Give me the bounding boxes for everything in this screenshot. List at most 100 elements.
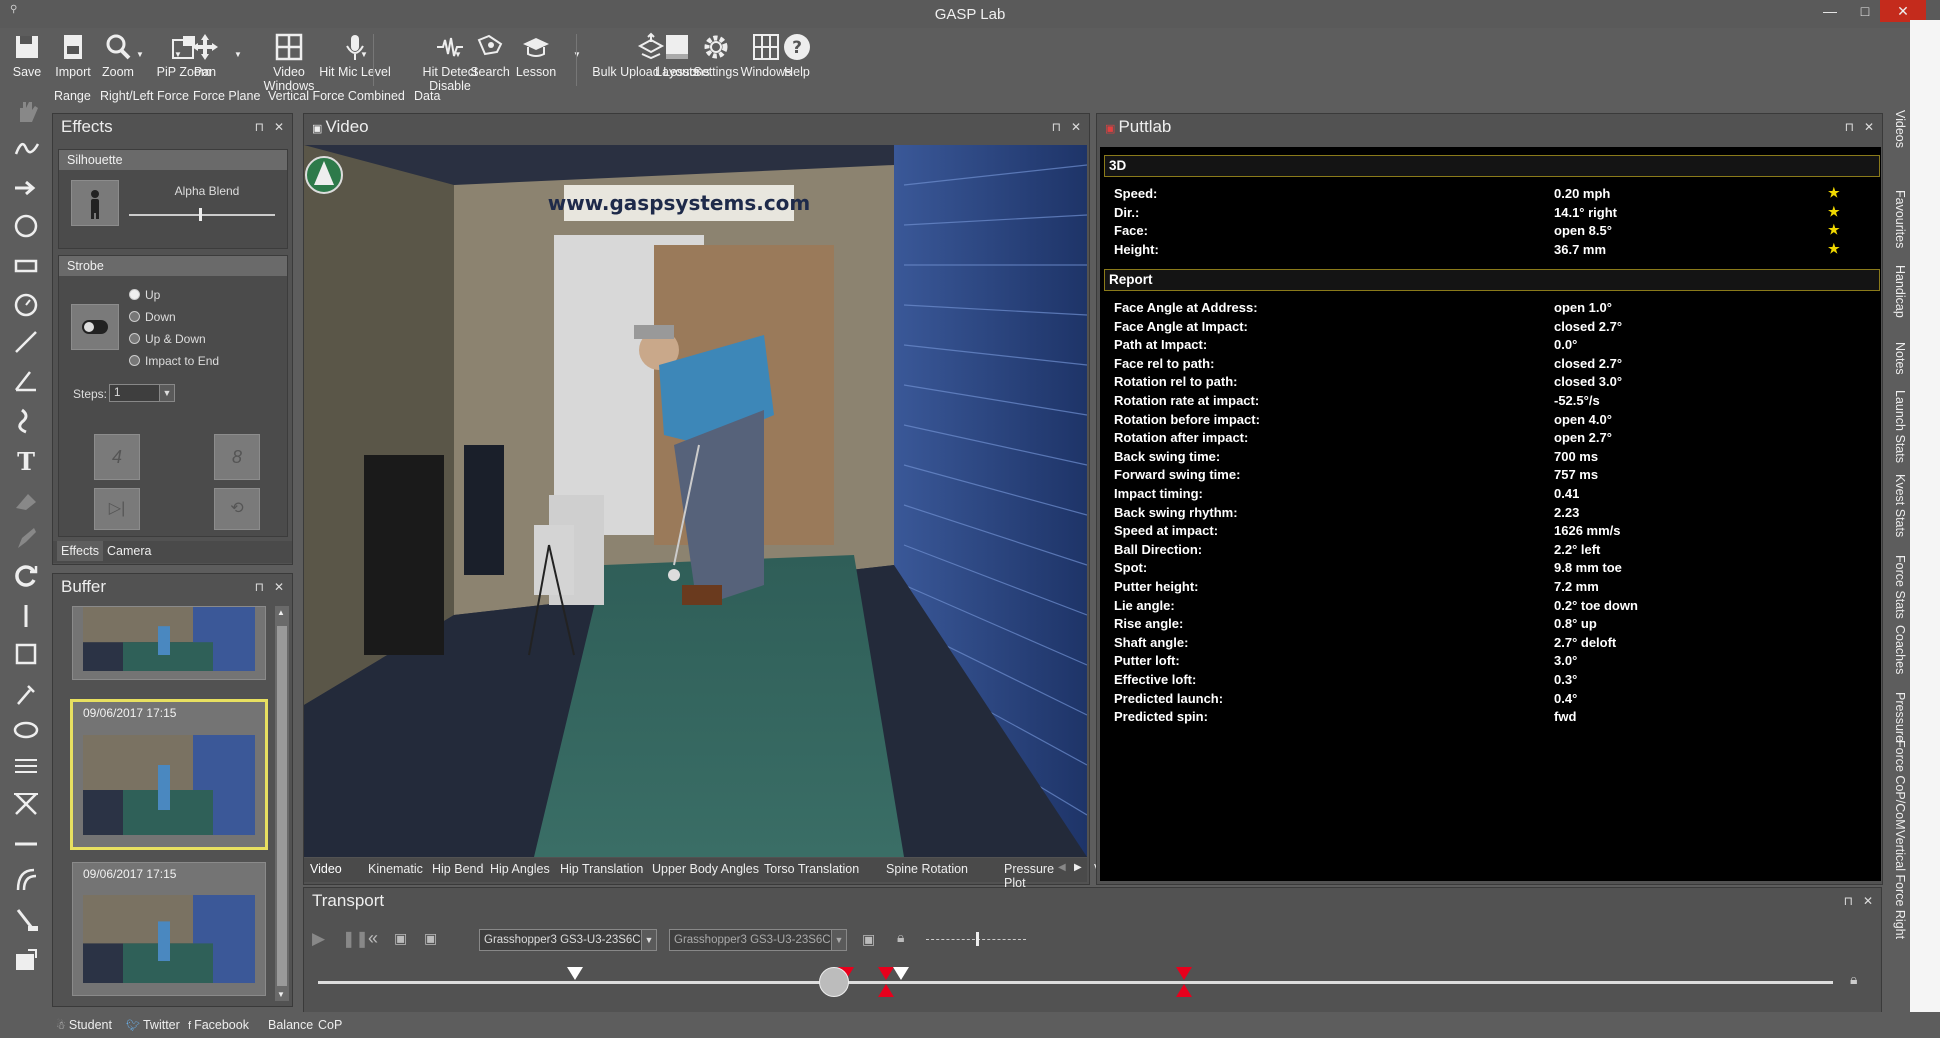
status-student[interactable]: ☃ Student — [56, 1018, 112, 1032]
tab-torso-translation[interactable]: Torso Translation — [764, 862, 859, 876]
strobe-option-impact-to-end[interactable]: Impact to End — [129, 354, 219, 368]
steps-select[interactable]: 1 ▼ — [109, 384, 175, 402]
tab-hip-angles[interactable]: Hip Angles — [490, 862, 550, 876]
strobe-option-down[interactable]: Down — [129, 310, 176, 324]
camera-settings-button[interactable]: ▣ — [862, 931, 875, 948]
side-tab-vertical-force-right[interactable]: Vertical Force Right — [1887, 830, 1907, 939]
stopwatch-tool[interactable] — [12, 290, 42, 320]
side-tab-force-cop-com[interactable]: Force CoP/CoM — [1887, 740, 1907, 830]
play-button[interactable]: ▶ — [312, 929, 325, 949]
radio-button[interactable] — [129, 311, 140, 322]
angle-tool[interactable] — [12, 366, 42, 396]
ellipse-tool[interactable] — [12, 716, 42, 746]
ribbon-sublabel-data[interactable]: Data — [414, 89, 440, 103]
camera2-select[interactable]: Grasshopper3 GS3-U3-23S6C ▼ — [669, 929, 847, 951]
tab-pressure-plot[interactable]: Pressure Plot — [1004, 862, 1077, 890]
alpha-blend-slider[interactable] — [129, 208, 275, 221]
settings-button[interactable]: Settings — [690, 32, 742, 79]
status-balance[interactable]: Balance — [268, 1018, 313, 1032]
import-button[interactable]: Import — [50, 32, 96, 79]
rotate-tool[interactable] — [12, 562, 42, 592]
rectangle-tool[interactable] — [12, 252, 42, 282]
hit-mic-level-button[interactable]: Hit Mic Level — [316, 32, 394, 79]
trim-out-marker[interactable] — [1176, 967, 1192, 981]
grid-lines-tool[interactable] — [12, 752, 42, 782]
frame-8-button[interactable]: 8 — [214, 434, 260, 480]
tab-spine-rotation[interactable]: Spine Rotation — [886, 862, 968, 876]
tab-video[interactable]: Video — [310, 862, 342, 876]
pause-button[interactable]: ❚❚ — [342, 929, 369, 949]
strobe-button[interactable] — [71, 304, 119, 350]
status-twitter[interactable]: 🐦︎ Twitter — [126, 1018, 180, 1032]
crossed-lines-tool[interactable] — [12, 790, 42, 820]
alpha-blend-thumb[interactable] — [199, 208, 202, 221]
lesson-button[interactable]: Lesson — [514, 32, 558, 79]
timeline-playhead[interactable] — [819, 967, 850, 997]
side-tab-handicap[interactable]: Handicap — [1887, 265, 1907, 318]
scroll-down-icon[interactable]: ▼ — [277, 990, 285, 999]
timeline-track[interactable] — [318, 967, 1833, 997]
eraser-tool[interactable] — [12, 486, 42, 516]
side-tab-kvest-stats[interactable]: Kvest Stats — [1887, 474, 1907, 537]
zoom-button[interactable]: Zoom — [96, 32, 140, 79]
tab-hip-bend[interactable]: Hip Bend — [432, 862, 483, 876]
status-cop[interactable]: CoP — [318, 1018, 342, 1032]
line-tool[interactable] — [12, 328, 42, 358]
tab-upper-body-angles[interactable]: Upper Body Angles — [652, 862, 759, 876]
buffer-item[interactable]: 09/06/2017 17:15 — [72, 862, 266, 996]
square-tool[interactable] — [12, 640, 42, 670]
ribbon-sublabel-right-left-force[interactable]: Right/Left Force — [100, 89, 189, 103]
dropper-tool[interactable] — [12, 680, 42, 710]
hand-tool[interactable] — [12, 96, 42, 126]
dropdown-arrow-icon[interactable]: ▼ — [360, 50, 368, 59]
dropdown-arrow-icon[interactable]: ▼ — [174, 50, 182, 59]
tab-kinematic[interactable]: Kinematic — [368, 862, 423, 876]
side-tab-pressure[interactable]: Pressure — [1887, 692, 1907, 742]
tabs-scroll-left-icon[interactable]: ◀ — [1058, 862, 1066, 873]
close-button[interactable]: ✕ — [1880, 0, 1926, 22]
export-tool[interactable] — [12, 946, 42, 976]
help-button[interactable]: ? Help — [782, 32, 812, 79]
timeline-lock-button[interactable]: 🔒︎ — [1850, 971, 1857, 988]
maximize-button[interactable]: □ — [1847, 0, 1883, 22]
curve-tool[interactable] — [12, 866, 42, 896]
arrow-tool[interactable] — [12, 174, 42, 204]
vertical-line-tool[interactable] — [12, 602, 42, 632]
transport-panel-controls[interactable]: ⊓ ✕ — [1844, 888, 1873, 914]
tab-hip-translation[interactable]: Hip Translation — [560, 862, 643, 876]
impact-marker[interactable] — [878, 967, 894, 981]
freehand-tool[interactable] — [12, 134, 42, 164]
tabs-scroll-right-icon[interactable]: ▶ — [1074, 862, 1082, 873]
radio-button[interactable] — [129, 355, 140, 366]
horizontal-line-tool[interactable] — [12, 830, 42, 860]
text-tool[interactable]: T — [12, 446, 42, 476]
side-tab-force-stats[interactable]: Force Stats — [1887, 555, 1907, 619]
silhouette-button[interactable] — [71, 180, 119, 226]
radio-button[interactable] — [129, 289, 140, 300]
puttlab-panel-controls[interactable]: ⊓ ✕ — [1845, 114, 1874, 140]
ribbon-sublabel-force-plane[interactable]: Force Plane — [193, 89, 260, 103]
club-tool[interactable] — [12, 906, 42, 936]
lock-button[interactable]: 🔒︎ — [897, 929, 904, 946]
speed-slider[interactable] — [926, 932, 1026, 946]
circle-tool[interactable] — [12, 212, 42, 242]
frame-4-button[interactable]: 4 — [94, 434, 140, 480]
buffer-item[interactable]: 09/06/2017 17:15 — [70, 699, 268, 850]
ribbon-sublabel-range[interactable]: Range — [54, 89, 91, 103]
scroll-up-icon[interactable]: ▲ — [277, 608, 285, 617]
ribbon-sublabel-vertical-force-combined[interactable]: Vertical Force Combined — [268, 89, 405, 103]
side-tab-coaches[interactable]: Coaches — [1887, 625, 1907, 674]
status-facebook[interactable]: f Facebook — [188, 1018, 249, 1032]
buffer-item[interactable] — [72, 606, 266, 680]
dropdown-arrow-icon[interactable]: ▼ — [454, 50, 462, 59]
search-button[interactable]: Search — [470, 32, 510, 79]
snapshot-button[interactable]: ▣ — [424, 930, 437, 947]
buffer-panel-controls[interactable]: ⊓ ✕ — [255, 574, 284, 600]
buffer-scroll-thumb[interactable] — [277, 626, 287, 986]
start-marker[interactable] — [567, 967, 583, 981]
camera1-select[interactable]: Grasshopper3 GS3-U3-23S6C ▼ — [479, 929, 657, 951]
pan-button[interactable]: Pan — [190, 32, 220, 79]
minimize-button[interactable]: — — [1812, 0, 1848, 22]
speed-slider-thumb[interactable] — [976, 932, 979, 946]
save-button[interactable]: Save — [12, 32, 42, 79]
